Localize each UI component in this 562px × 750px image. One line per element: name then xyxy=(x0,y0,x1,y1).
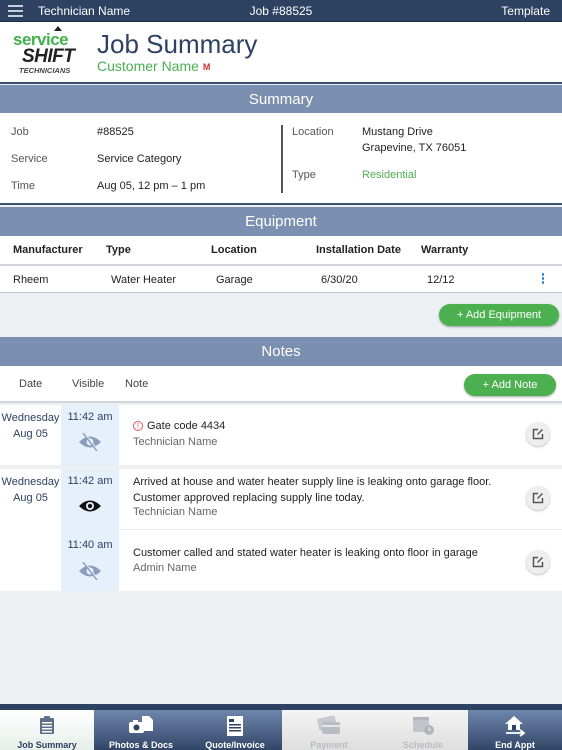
column-installation-date: Installation Date xyxy=(316,244,401,256)
location-street[interactable]: Mustang Drive xyxy=(362,126,433,138)
location-label: Location xyxy=(292,126,334,138)
tab-label: Schedule xyxy=(402,740,443,750)
edit-icon xyxy=(532,492,544,504)
note-text-content: Gate code 4434 xyxy=(147,420,226,432)
more-options-icon[interactable] xyxy=(540,273,546,285)
page-header: service SHIFT TECHNICIANS Job Summary Cu… xyxy=(0,22,562,84)
note-text: Customer called and stated water heater … xyxy=(133,547,478,559)
note-author: Technician Name xyxy=(133,436,218,448)
time-label: Time xyxy=(11,180,36,192)
alert-icon: ! xyxy=(133,421,143,431)
calendar-clock-icon xyxy=(413,717,434,735)
camera-document-icon xyxy=(129,716,153,733)
equipment-row[interactable]: Rheem Water Heater Garage 6/30/20 12/12 xyxy=(0,266,562,293)
note-text: ! Gate code 4434 xyxy=(133,418,225,434)
column-type: Type xyxy=(106,244,131,256)
note-text: Arrived at house and water heater supply… xyxy=(133,474,491,506)
job-number: Job #88525 xyxy=(249,4,313,18)
note-time: 11:42 am xyxy=(67,475,113,487)
page-title: Job Summary xyxy=(97,29,258,59)
column-location: Location xyxy=(211,244,257,256)
summary-section-header: Summary xyxy=(0,85,562,114)
note-text-line: Customer approved replacing supply line … xyxy=(133,492,365,504)
note-date: Wednesday Aug 05 xyxy=(0,410,61,442)
time-value: Aug 05, 12 pm – 1 pm xyxy=(97,180,206,192)
add-equipment-button[interactable]: + Add Equipment xyxy=(439,304,559,326)
note-day: Wednesday xyxy=(1,476,60,488)
edit-note-button[interactable] xyxy=(526,422,550,446)
tab-photos-docs[interactable]: Photos & Docs xyxy=(94,710,188,750)
add-note-button[interactable]: + Add Note xyxy=(464,374,556,396)
edit-icon xyxy=(532,556,544,568)
tab-label: Payment xyxy=(310,740,348,750)
customer-name[interactable]: Customer Name M xyxy=(97,58,210,74)
credit-card-icon xyxy=(317,715,340,734)
bottom-tab-bar: Job Summary Photos & Docs Quote/Invoice … xyxy=(0,704,562,750)
customer-name-text: Customer Name xyxy=(97,58,199,74)
note-text-line: Arrived at house and water heater supply… xyxy=(133,476,492,488)
note-author: Admin Name xyxy=(133,562,197,574)
note-author: Technician Name xyxy=(133,506,218,518)
tab-schedule: Schedule xyxy=(376,710,470,750)
service-label: Service xyxy=(11,153,48,165)
equipment-warranty: 12/12 xyxy=(427,274,455,286)
summary-divider xyxy=(281,125,283,193)
clipboard-icon xyxy=(40,716,54,734)
equipment-section-header: Equipment xyxy=(0,207,562,236)
column-manufacturer: Manufacturer xyxy=(13,244,83,256)
notes-section-header: Notes xyxy=(0,337,562,366)
service-shift-logo: service SHIFT TECHNICIANS xyxy=(12,26,82,78)
tab-end-appt[interactable]: End Appt xyxy=(468,710,562,750)
note-item[interactable]: Wednesday Aug 05 11:42 am ! Gate code 443… xyxy=(0,405,562,465)
equipment-location: Garage xyxy=(216,274,253,286)
column-visible: Visible xyxy=(72,378,105,390)
template-button[interactable]: Template xyxy=(501,4,550,18)
eye-icon[interactable] xyxy=(77,497,103,515)
type-value: Residential xyxy=(362,169,417,181)
edit-note-button[interactable] xyxy=(526,550,550,574)
type-label: Type xyxy=(292,169,316,181)
eye-slash-icon[interactable] xyxy=(77,433,103,451)
note-group: Wednesday Aug 05 11:42 am Arrived at hou… xyxy=(0,469,562,591)
logo-text-shift: SHIFT xyxy=(22,46,75,67)
top-bar: Technician Name Job #88525 Template xyxy=(0,0,562,22)
edit-note-button[interactable] xyxy=(526,486,550,510)
tab-job-summary[interactable]: Job Summary xyxy=(0,710,94,750)
summary-panel: Job #88525 Service Service Category Time… xyxy=(0,113,562,205)
equipment-table-header: Manufacturer Type Location Installation … xyxy=(0,236,562,266)
equipment-type: Water Heater xyxy=(111,274,177,286)
column-date: Date xyxy=(19,378,43,390)
invoice-icon xyxy=(227,716,243,736)
equipment-manufacturer: Rheem xyxy=(13,274,49,286)
service-value: Service Category xyxy=(97,153,182,165)
tab-label: Photos & Docs xyxy=(108,740,173,750)
logo-text-technicians: TECHNICIANS xyxy=(19,66,71,75)
note-day: Wednesday xyxy=(1,412,60,424)
tab-payment: Payment xyxy=(282,710,376,750)
tab-quote-invoice[interactable]: Quote/Invoice xyxy=(188,710,282,750)
column-note: Note xyxy=(125,378,149,390)
location-city[interactable]: Grapevine, TX 76051 xyxy=(362,142,466,154)
note-date-value: Aug 05 xyxy=(13,492,48,504)
column-warranty: Warranty xyxy=(421,244,469,256)
note-time: 11:40 am xyxy=(67,539,113,551)
note-divider xyxy=(119,529,562,530)
note-date: Wednesday Aug 05 xyxy=(0,474,61,506)
note-time: 11:42 am xyxy=(67,411,113,423)
equipment-install-date: 6/30/20 xyxy=(321,274,358,286)
eye-slash-icon[interactable] xyxy=(77,562,103,580)
job-label: Job xyxy=(11,126,29,138)
tab-label: End Appt xyxy=(495,740,535,750)
membership-badge-icon: M xyxy=(202,62,211,72)
tab-label: Job Summary xyxy=(17,740,77,750)
tab-label: Quote/Invoice xyxy=(205,740,265,750)
edit-icon xyxy=(532,428,544,440)
note-date-value: Aug 05 xyxy=(13,428,48,440)
job-value: #88525 xyxy=(97,126,134,138)
house-exit-icon xyxy=(505,716,526,737)
